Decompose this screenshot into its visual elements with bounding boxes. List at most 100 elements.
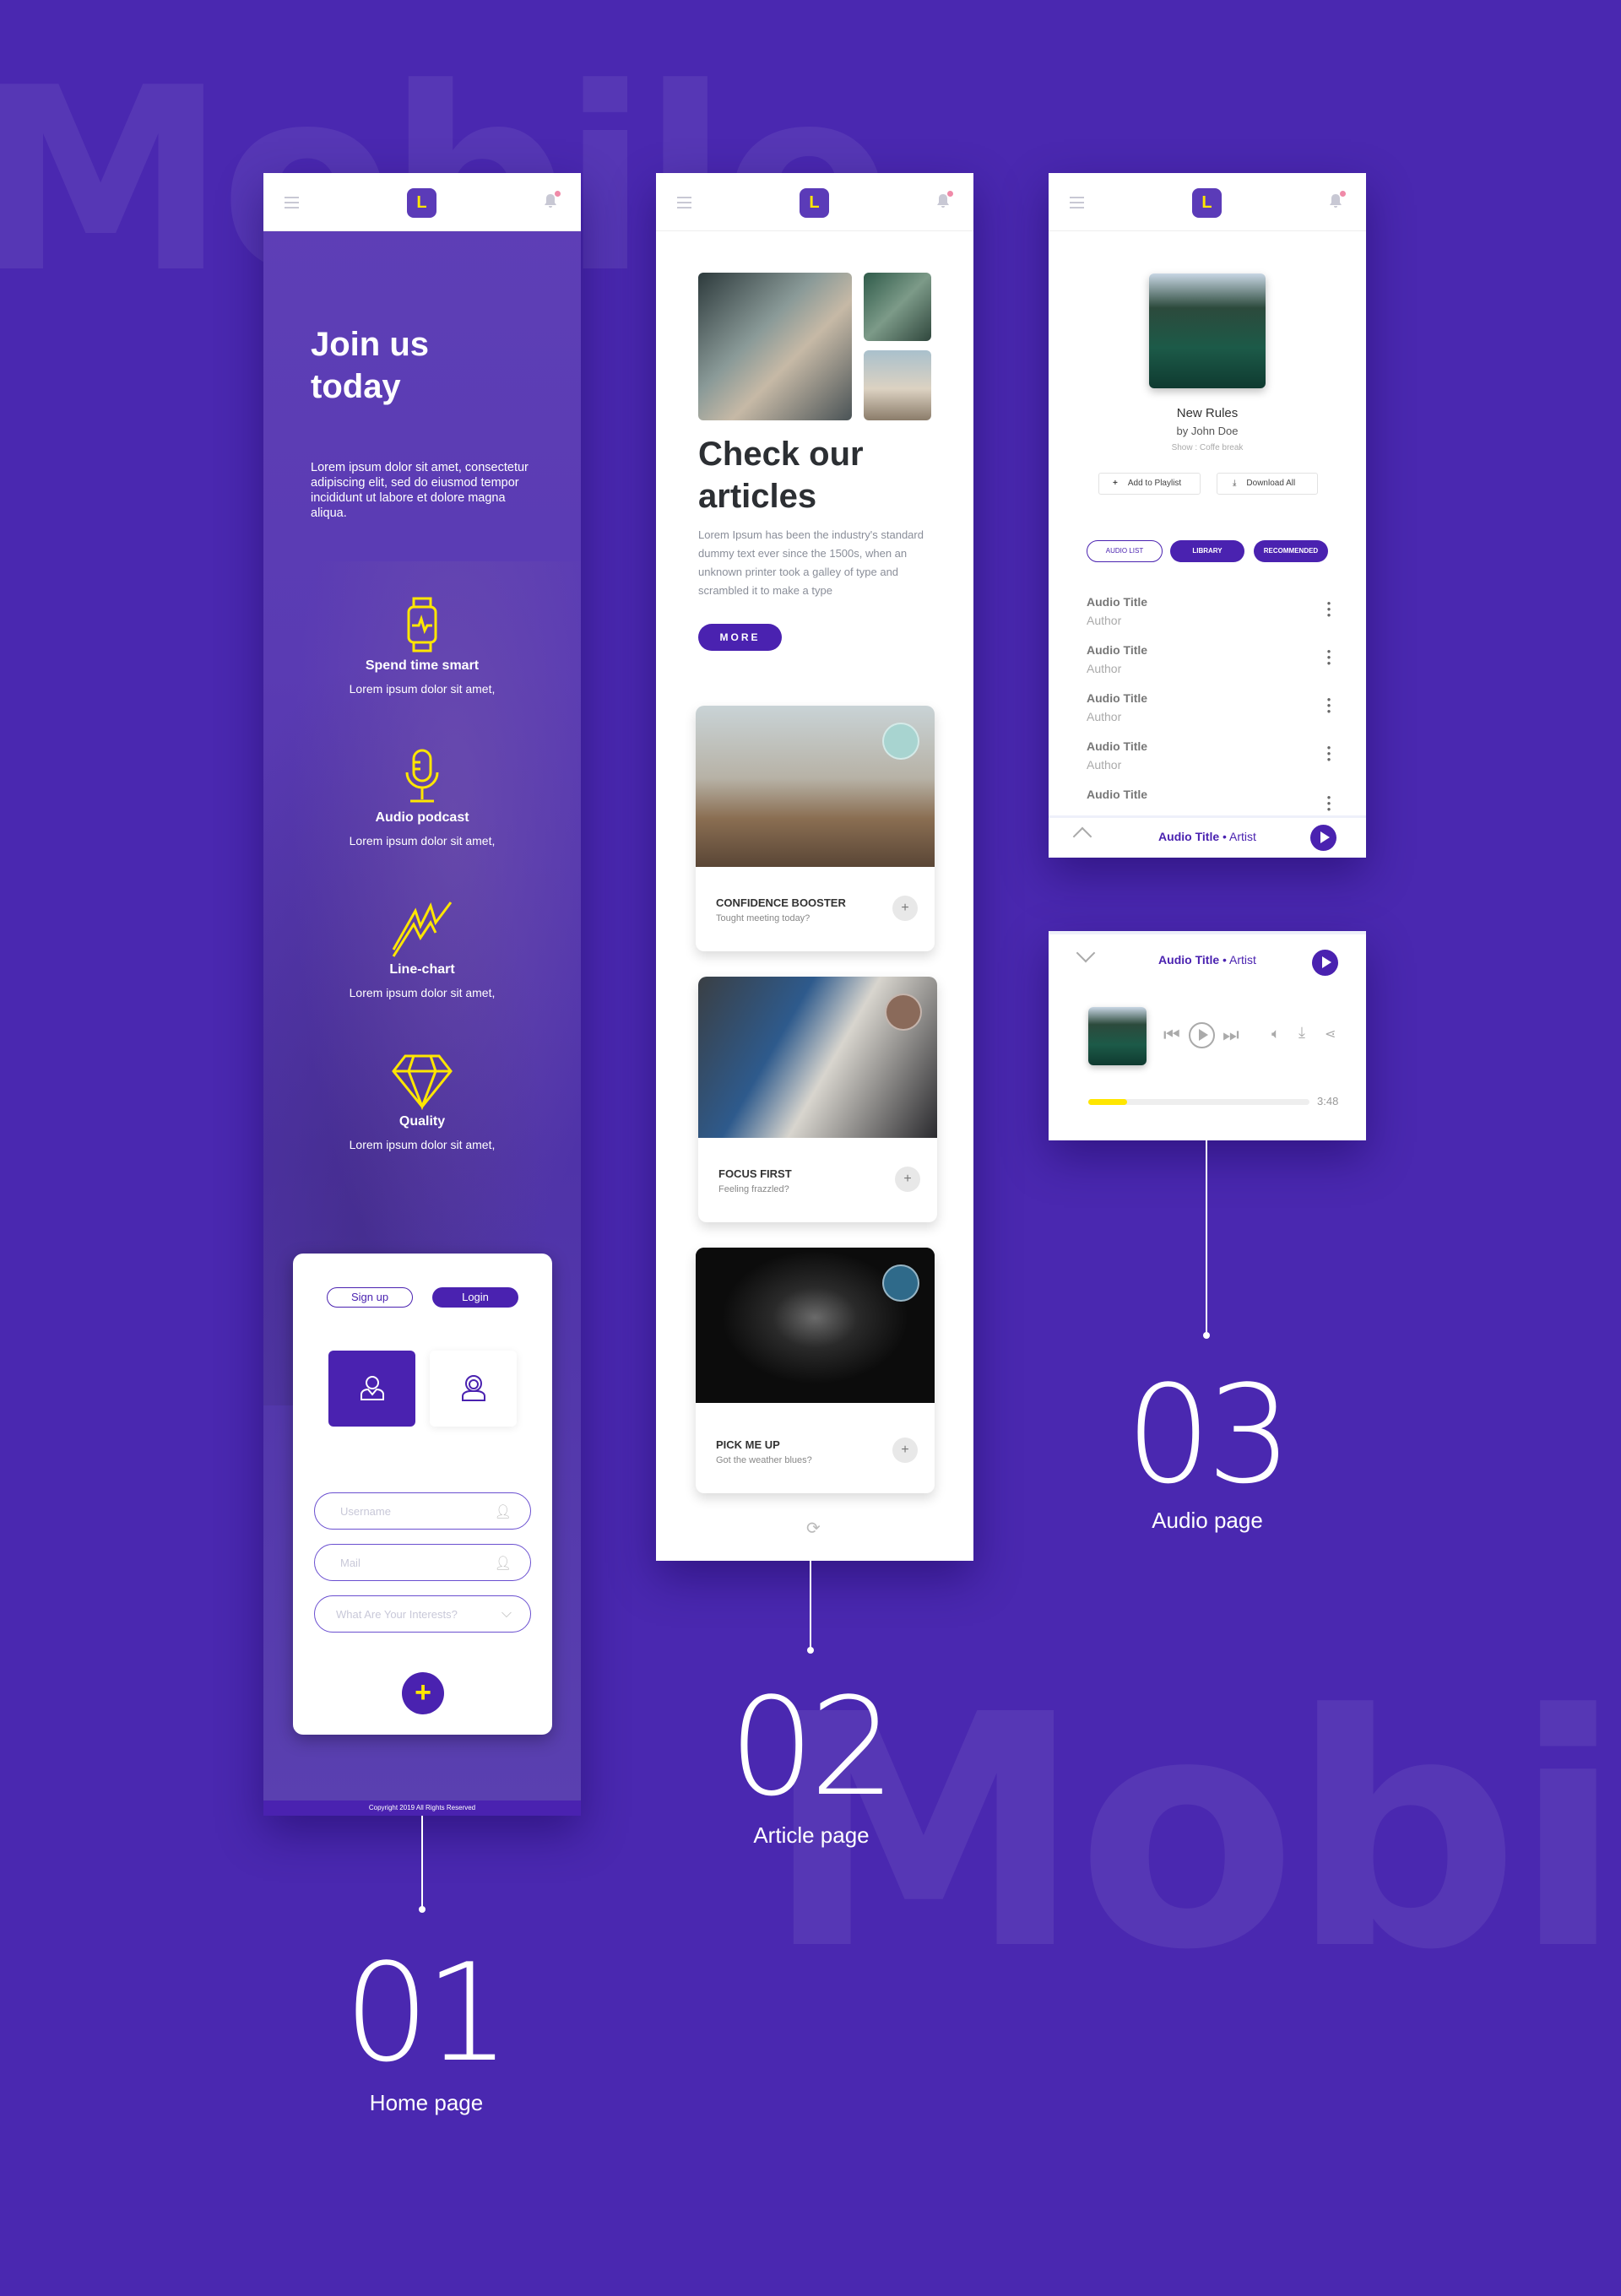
connector-line xyxy=(421,1816,423,1909)
smartwatch-icon xyxy=(407,597,437,653)
feature-podcast: Audio podcast Lorem ipsum dolor sit amet… xyxy=(263,747,581,847)
section-label: Home page xyxy=(369,2090,484,2115)
share-icon[interactable]: ⋖ xyxy=(1325,1026,1336,1042)
add-button[interactable]: + xyxy=(895,1167,920,1192)
album-show: Show : Coffe break xyxy=(1171,443,1244,452)
more-options-icon[interactable]: ● ● ● xyxy=(1326,648,1331,667)
user-icon: 👤︎ xyxy=(494,1557,512,1571)
now-playing-bar[interactable]: Audio Title • Artist xyxy=(1049,815,1366,858)
female-avatar-option[interactable] xyxy=(430,1351,517,1427)
section-label: Audio page xyxy=(1152,1508,1263,1533)
play-circle-icon[interactable] xyxy=(1189,1022,1215,1048)
interests-select[interactable]: What Are Your Interests? ⌵ xyxy=(314,1595,531,1633)
more-options-icon[interactable]: ● ● ● xyxy=(1326,745,1331,763)
bell-icon[interactable] xyxy=(936,191,953,208)
app-header: L xyxy=(263,173,581,231)
progress-track[interactable] xyxy=(1088,1099,1309,1105)
more-button[interactable]: MORE xyxy=(698,624,782,651)
feature-quality: Quality Lorem ipsum dolor sit amet, xyxy=(263,1051,581,1151)
articles-title: Check our articles xyxy=(698,436,864,515)
tab-library[interactable]: LIBRARY xyxy=(1170,540,1244,562)
logo[interactable]: L xyxy=(1192,188,1222,218)
more-options-icon[interactable]: ● ● ● xyxy=(1326,600,1331,619)
add-button[interactable]: + xyxy=(892,896,918,921)
username-input[interactable]: Username 👤︎ xyxy=(314,1492,531,1530)
plus-icon: + xyxy=(1113,479,1118,488)
list-item[interactable]: Audio Title Author ● ● ● xyxy=(1087,691,1331,734)
add-to-playlist-button[interactable]: + Add to Playlist xyxy=(1098,473,1201,495)
hero-image-main xyxy=(698,273,852,420)
signup-tab[interactable]: Sign up xyxy=(327,1287,413,1308)
connector-line xyxy=(810,1561,811,1649)
volume-icon[interactable]: 🔈︎ xyxy=(1271,1026,1280,1042)
auth-card: Sign up Login Username 👤︎ Mail 👤︎ What Are… xyxy=(293,1254,552,1735)
duration: 3:48 xyxy=(1317,1095,1339,1107)
hamburger-icon[interactable] xyxy=(285,197,299,208)
app-header: L xyxy=(656,173,973,231)
bell-icon[interactable] xyxy=(1329,191,1346,208)
home-page-screen: L Join us today Lorem ipsum dolor sit ame… xyxy=(263,173,581,1816)
bell-icon[interactable] xyxy=(544,191,561,208)
line-chart-icon xyxy=(392,902,453,957)
list-item[interactable]: Audio Title ● ● ● xyxy=(1087,788,1331,815)
play-button[interactable] xyxy=(1310,825,1336,851)
download-all-button[interactable]: ⤓ Download All xyxy=(1217,473,1318,495)
login-tab[interactable]: Login xyxy=(432,1287,518,1308)
connector-line xyxy=(1206,1140,1207,1335)
article-page-screen: L Check our articles Lorem Ipsum has been… xyxy=(656,173,973,1561)
author-avatar[interactable] xyxy=(882,1264,919,1302)
section-number: 02 xyxy=(729,1668,896,1826)
article-card[interactable]: CONFIDENCE BOOSTER Tought meeting today?… xyxy=(696,706,935,951)
chevron-down-icon: ⌵ xyxy=(501,1606,512,1621)
expanded-player: Audio Title • Artist ⏮︎ ⏭︎ 🔈︎ ⤓ ⋖ 3:48 xyxy=(1049,931,1366,1140)
user-icon: 👤︎ xyxy=(494,1505,512,1519)
diamond-icon xyxy=(392,1054,453,1111)
progress-fill xyxy=(1088,1099,1127,1105)
album-artist: by John Doe xyxy=(1176,425,1239,437)
hamburger-icon[interactable] xyxy=(1070,197,1084,208)
logo[interactable]: L xyxy=(407,188,436,218)
copyright-bar: Copyright 2019 All Rights Reserved xyxy=(263,1801,581,1816)
feature-smartwatch: Spend time smart Lorem ipsum dolor sit a… xyxy=(263,595,581,696)
more-options-icon[interactable]: ● ● ● xyxy=(1326,696,1331,715)
hero-image-beach xyxy=(864,350,931,420)
tab-recommended[interactable]: RECOMMENDED xyxy=(1254,540,1328,562)
hero-image-road xyxy=(864,273,931,341)
next-icon[interactable]: ⏭︎ xyxy=(1223,1024,1239,1046)
download-icon[interactable]: ⤓ xyxy=(1298,1024,1305,1042)
author-avatar[interactable] xyxy=(882,723,919,760)
connector-dot xyxy=(419,1906,426,1913)
articles-text: Lorem Ipsum has been the industry's stan… xyxy=(698,528,924,597)
mail-input[interactable]: Mail 👤︎ xyxy=(314,1544,531,1581)
male-avatar-option[interactable] xyxy=(328,1351,415,1427)
list-item[interactable]: Audio Title Author ● ● ● xyxy=(1087,643,1331,685)
section-number: 03 xyxy=(1125,1356,1293,1514)
play-button[interactable] xyxy=(1312,950,1338,976)
audio-page-screen: L New Rules by John Doe Show : Coffe bre… xyxy=(1049,173,1366,858)
section-label: Article page xyxy=(753,1822,870,1848)
app-header: L xyxy=(1049,173,1366,231)
hero-intro: Lorem ipsum dolor sit amet, consectetur … xyxy=(311,461,529,520)
article-card[interactable]: FOCUS FIRST Feeling frazzled? + xyxy=(698,977,937,1222)
refresh-icon[interactable]: ⟳ xyxy=(806,1518,821,1539)
download-icon: ⤓ xyxy=(1233,479,1237,488)
section-number: 01 xyxy=(344,1934,511,2092)
author-avatar[interactable] xyxy=(885,994,922,1031)
hero-title: Join us today xyxy=(311,326,430,405)
connector-dot xyxy=(1203,1332,1210,1339)
album-art xyxy=(1149,273,1266,388)
audio-list: Audio Title Author ● ● ● Audio Title Author ● ●… xyxy=(1087,595,1331,815)
list-item[interactable]: Audio Title Author ● ● ● xyxy=(1087,739,1331,782)
tab-audio-list[interactable]: AUDIO LIST xyxy=(1087,540,1163,562)
add-button[interactable]: + xyxy=(892,1438,918,1463)
logo[interactable]: L xyxy=(800,188,829,218)
submit-button[interactable]: + xyxy=(402,1672,444,1714)
previous-icon[interactable]: ⏮︎ xyxy=(1163,1024,1180,1046)
more-options-icon[interactable]: ● ● ● xyxy=(1326,794,1331,813)
article-card[interactable]: PICK ME UP Got the weather blues? + xyxy=(696,1248,935,1493)
female-user-icon xyxy=(462,1375,485,1401)
hamburger-icon[interactable] xyxy=(677,197,691,208)
watermark-bottom: Mobile xyxy=(764,1646,1621,2020)
list-item[interactable]: Audio Title Author ● ● ● xyxy=(1087,595,1331,637)
album-title: New Rules xyxy=(1176,406,1239,420)
